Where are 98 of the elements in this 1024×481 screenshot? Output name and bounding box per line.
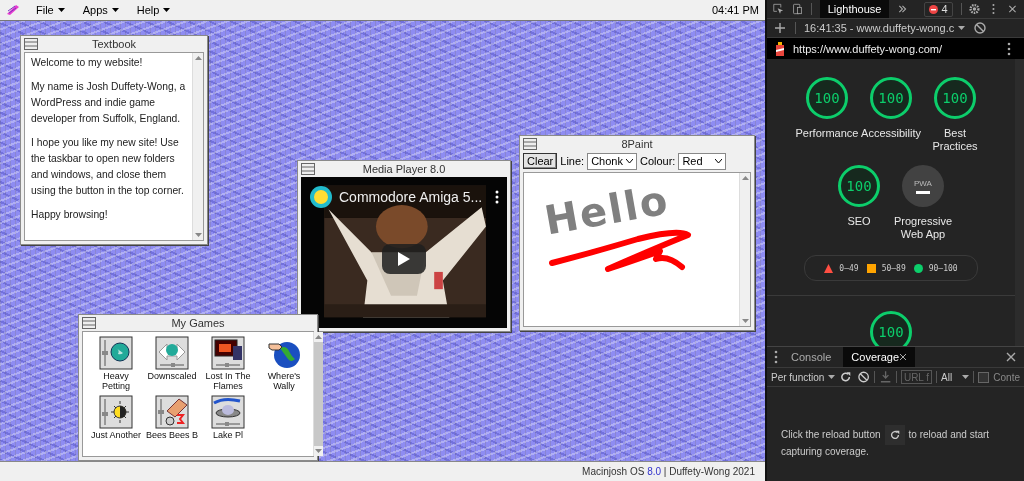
caret-icon xyxy=(57,8,65,12)
game-shortcut[interactable]: Lost In The Flames xyxy=(201,336,255,391)
chevron-icon xyxy=(715,159,723,163)
minimize-icon[interactable] xyxy=(24,38,38,50)
caret-icon xyxy=(958,26,966,30)
play-icon xyxy=(398,251,410,266)
report-url: https://www.duffety-wong.com/ xyxy=(793,42,942,55)
paragraph: I hope you like my new site! Use the taskbar to open new folders and windows, and close them using the button in the top corner. xyxy=(31,136,185,198)
line-dropdown[interactable]: Chonk xyxy=(587,152,637,170)
type-dropdown[interactable]: All xyxy=(941,371,970,383)
category-label: Best Practices xyxy=(931,127,979,153)
globe-arrows-icon xyxy=(155,336,189,370)
scroll-down-icon[interactable] xyxy=(741,319,749,323)
colour-label: Colour: xyxy=(639,155,676,167)
scroll-down-icon[interactable] xyxy=(194,233,202,237)
caret-icon xyxy=(962,375,970,379)
monitor-icon xyxy=(211,336,245,370)
game-shortcut[interactable]: Heavy Petting xyxy=(89,336,143,391)
handwritten-text: Hello xyxy=(540,176,673,244)
game-shortcut[interactable]: Just Another xyxy=(89,395,143,440)
block-icon[interactable] xyxy=(856,370,870,384)
badge-label: PWA xyxy=(914,178,932,188)
score-gauge: 100 xyxy=(870,311,912,346)
category-label: SEO xyxy=(847,215,871,228)
window-title: Media Player 8.0 xyxy=(361,163,447,175)
score-gauge: 100 xyxy=(838,165,880,207)
category-label: Performance xyxy=(795,127,859,140)
logo-icon[interactable] xyxy=(6,4,20,16)
avatar-icon xyxy=(309,185,333,209)
download-icon[interactable] xyxy=(878,370,892,384)
category-label: Progressive Web App xyxy=(892,215,954,241)
reload-button[interactable] xyxy=(884,425,905,445)
window-title: My Games xyxy=(170,317,226,329)
scroll-up-icon[interactable] xyxy=(194,56,202,60)
minimize-icon[interactable] xyxy=(523,138,537,150)
globe-slider-icon xyxy=(99,336,133,370)
close-icon[interactable] xyxy=(1004,350,1018,364)
minimize-icon[interactable] xyxy=(82,317,96,329)
score-gauge: 100 xyxy=(934,77,976,119)
scroll-up-icon[interactable] xyxy=(741,176,749,180)
checkbox[interactable] xyxy=(978,371,990,383)
score-gauge: 100 xyxy=(870,77,912,119)
footer-text: Macinjosh OS 8.0 | Duffety-Wong 2021 xyxy=(582,466,755,477)
block-icon[interactable] xyxy=(973,21,988,35)
caret-icon xyxy=(163,8,171,12)
clock: 04:41 PM xyxy=(711,4,759,16)
lighthouse-icon xyxy=(775,41,785,56)
caret-icon xyxy=(828,375,836,379)
menu-item[interactable]: Help xyxy=(134,4,173,16)
line-label: Line: xyxy=(560,155,585,167)
ufo-icon xyxy=(211,395,245,429)
reload-icon xyxy=(888,429,901,441)
error-badge[interactable]: 4 xyxy=(924,1,953,17)
minimize-icon[interactable] xyxy=(301,163,315,175)
game-shortcut[interactable]: Lake Pl xyxy=(201,395,255,440)
paragraph: My name is Josh Duffety-Wong, a WordPress and indie game developer from Suffolk, England. xyxy=(31,80,186,126)
scroll-up-icon[interactable] xyxy=(315,335,322,339)
more-icon[interactable] xyxy=(495,190,499,204)
drawer-tab[interactable]: Coverage xyxy=(843,347,916,367)
add-icon[interactable] xyxy=(773,21,787,35)
close-icon[interactable] xyxy=(899,353,908,361)
dash-icon xyxy=(916,190,930,194)
version-link[interactable]: 8.0 xyxy=(647,466,662,477)
menu-item[interactable]: File xyxy=(34,4,67,16)
paragraph: Happy browsing! xyxy=(31,208,109,222)
game-shortcut[interactable]: Downscaled xyxy=(145,336,199,391)
panel-tab[interactable]: Lighthouse xyxy=(819,0,890,18)
colour-dropdown[interactable]: Red xyxy=(678,152,727,170)
range-label: 0–49 xyxy=(839,263,859,273)
checkbox-label: Conte xyxy=(993,371,1020,383)
window-title: Textbook xyxy=(91,38,137,50)
paragraph: Welcome to my website! xyxy=(31,56,144,70)
game-shortcut[interactable]: Bees Bees B xyxy=(145,395,199,440)
drawer-tab[interactable]: Console xyxy=(783,347,840,367)
device-icon[interactable] xyxy=(791,2,803,16)
scroll-down-icon[interactable] xyxy=(315,449,322,453)
menu-item[interactable]: Apps xyxy=(80,4,121,16)
range-label: 90–100 xyxy=(928,263,958,273)
error-icon xyxy=(929,4,939,14)
chevron-icon xyxy=(625,159,633,163)
empty-message: Click the reload button to reload and start capturing coverage. xyxy=(767,387,1024,459)
score-gauge: 100 xyxy=(806,77,848,119)
category-label: Accessibility xyxy=(861,127,921,140)
video-title: Commodore Amiga 5... xyxy=(339,189,484,205)
more-icon[interactable] xyxy=(773,350,779,364)
settings-icon[interactable] xyxy=(969,2,981,16)
game-shortcut[interactable]: Where's Wally xyxy=(257,336,311,391)
caret-icon xyxy=(111,8,119,12)
report-dropdown[interactable]: 16:41:35 - www.duffety-wong.c xyxy=(804,22,966,34)
reload-icon[interactable] xyxy=(839,370,853,384)
clear-button[interactable]: Clear xyxy=(523,153,558,169)
play-button[interactable] xyxy=(382,243,426,274)
window-title: 8Paint xyxy=(620,138,654,150)
ticket-slider-icon xyxy=(155,395,189,429)
mode-dropdown[interactable]: Per function xyxy=(771,371,836,383)
scrollbar-thumb[interactable] xyxy=(314,342,323,446)
range-label: 50–89 xyxy=(881,263,906,273)
sun-slider-icon xyxy=(99,395,133,429)
